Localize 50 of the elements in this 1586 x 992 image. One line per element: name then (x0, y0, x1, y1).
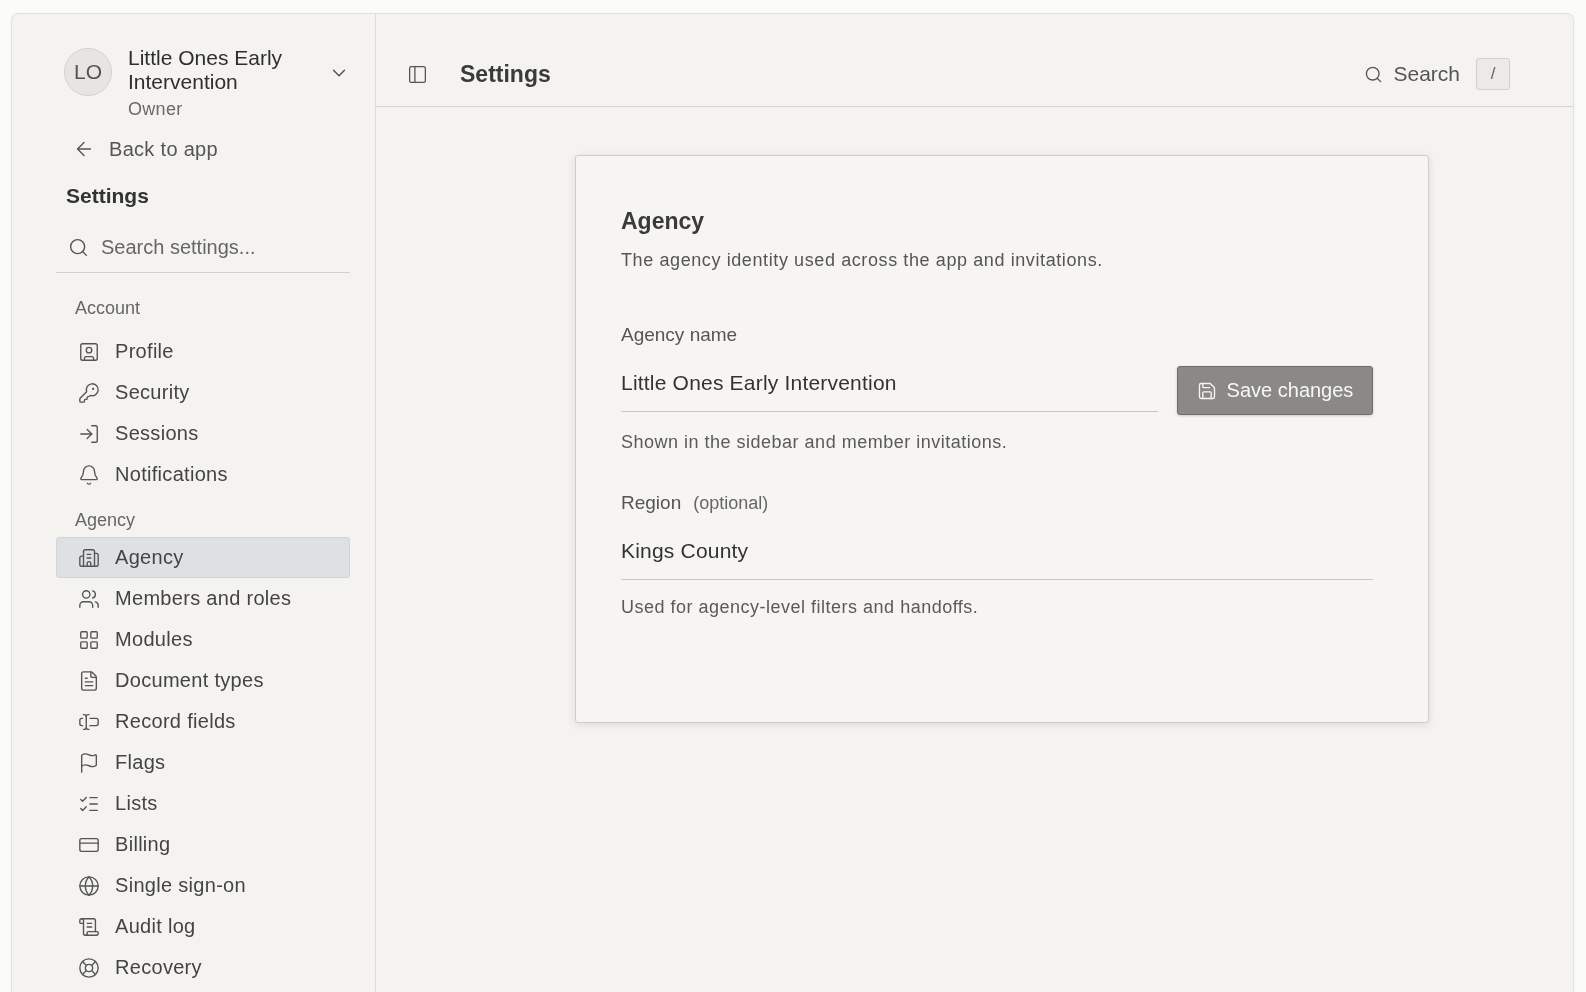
sidebar-item[interactable]: Document types (56, 660, 350, 701)
input-field[interactable]: Kings County (621, 532, 1373, 580)
sidebar-item[interactable]: Lists (56, 783, 350, 824)
grid-icon (78, 628, 100, 651)
globe-icon (78, 874, 100, 897)
workspace-name: Little Ones Early Intervention (128, 46, 284, 94)
sidebar-item[interactable]: Profile (56, 331, 350, 372)
sidebar-item[interactable]: Members and roles (56, 578, 350, 619)
help-text: Shown in the sidebar and member invitations. (621, 431, 1009, 453)
people-icon (78, 587, 100, 610)
sidebar-item[interactable]: Recovery (56, 947, 350, 988)
flag-icon (78, 751, 100, 774)
sidebar-item[interactable]: Flags (56, 742, 350, 783)
sidebar-item[interactable]: Modules (56, 619, 350, 660)
field-label: Region (621, 491, 682, 515)
sidebar-item[interactable]: Sessions (56, 413, 350, 454)
lifebuoy-icon (78, 956, 100, 979)
sidebar-item[interactable]: Audit log (56, 906, 350, 947)
sidebar-item[interactable]: Single sign-on (56, 865, 350, 906)
group-label: Agency (75, 509, 137, 531)
search-button[interactable]: Search (1364, 62, 1460, 86)
search-icon (68, 236, 89, 258)
field-label: Agency name (621, 323, 738, 347)
search-field[interactable]: Search settings... (101, 234, 350, 260)
sidebar-title: Settings (66, 183, 150, 209)
card-title: Agency (621, 207, 706, 235)
bell-icon (78, 463, 100, 486)
workspace-avatar: LO (64, 48, 112, 96)
document-icon (78, 669, 100, 692)
sidebar-item[interactable]: Record fields (56, 701, 350, 742)
workspace-role: Owner (128, 98, 184, 120)
page-title: Settings (460, 60, 552, 88)
sidebar-item[interactable]: Billing (56, 824, 350, 865)
sidebar-toggle-icon[interactable] (407, 63, 428, 85)
shortcut-key: / (1476, 58, 1510, 90)
input-field[interactable]: Little Ones Early Intervention (621, 364, 1158, 412)
person-square-icon (78, 340, 100, 363)
key-icon (78, 381, 100, 404)
search-icon (1364, 64, 1384, 84)
scroll-icon (78, 915, 100, 938)
card-description: The agency identity used across the app and invitations. (621, 249, 1104, 272)
help-text: Used for agency-level filters and handoffs. (621, 596, 980, 618)
sign-in-icon (78, 422, 100, 445)
building-icon (78, 546, 100, 569)
group-label: Account (75, 297, 142, 319)
sidebar-item[interactable]: Notifications (56, 454, 350, 495)
optional-note: (optional) (693, 493, 769, 514)
sidebar-item[interactable]: Security (56, 372, 350, 413)
sidebar-item[interactable]: Agency (56, 537, 350, 578)
back-link[interactable]: Back to app (73, 136, 218, 162)
